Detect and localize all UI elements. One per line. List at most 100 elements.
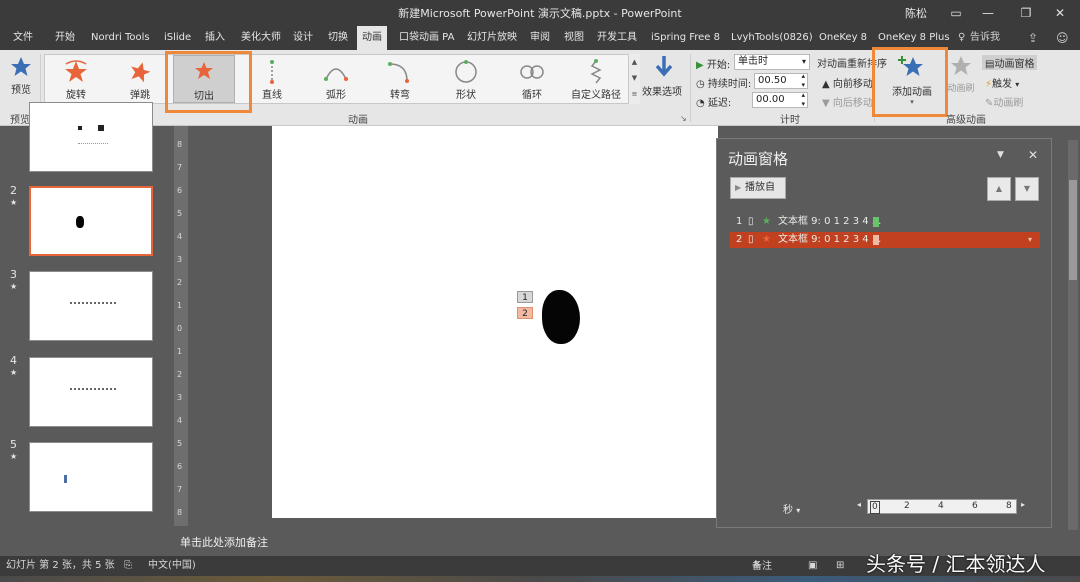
sorter-view-icon[interactable]: ⊞ (836, 557, 844, 575)
tab-nordri-tools[interactable]: Nordri Tools (86, 26, 155, 50)
thumb-mark (78, 126, 82, 130)
normal-view-icon[interactable]: ▣ (808, 557, 817, 575)
anim-list-item[interactable]: 1 ▯ ★ 文本框 9: 0 1 2 3 4 ... (730, 214, 1040, 230)
language-indicator[interactable]: 中文(中国) (148, 557, 196, 575)
tab-animations[interactable]: 动画 (357, 26, 387, 50)
slide-canvas[interactable] (272, 126, 718, 518)
close-icon[interactable]: ✕ (1044, 0, 1076, 26)
spin-icon[interactable]: ▴ ▾ (801, 72, 805, 90)
timeline-ruler[interactable]: ◂ 0 2 4 6 8 ▸ (857, 499, 1027, 515)
move-up-button[interactable]: ▲ (987, 177, 1011, 201)
effect-options-button[interactable]: 效果选项 (642, 54, 684, 106)
anim-bounce[interactable]: 弹跳 (109, 55, 171, 103)
delay-input[interactable]: 00.00 ▴ ▾ (752, 91, 808, 109)
pane-close-icon[interactable]: ✕ (1028, 148, 1038, 162)
anim-list-item-selected[interactable]: 2 ▯ ★ 文本框 9: 0 1 2 3 4 ... ▾ (730, 232, 1040, 248)
trigger-button[interactable]: ⚡触发 ▾ (985, 75, 1019, 90)
anim-order-tag-2[interactable]: 2 (517, 307, 533, 319)
start-value: 单击时 (738, 56, 768, 67)
slide-thumbnail-4[interactable] (29, 357, 153, 427)
play-icon: ▶ (696, 60, 704, 71)
tab-view[interactable]: 视图 (559, 26, 589, 50)
animation-pane-button[interactable]: ▤动画窗格 (982, 55, 1038, 70)
selected-text-box[interactable] (542, 290, 580, 344)
anim-loop[interactable]: 循环 (501, 55, 563, 103)
timing-group-label: 计时 (780, 115, 800, 126)
tab-beautify-master[interactable]: 美化大师 (236, 26, 286, 50)
tell-me-icon[interactable]: ♀ (958, 26, 965, 50)
exit-star-icon: ★ (762, 234, 771, 245)
anim-arc-label: 弧形 (326, 90, 346, 101)
duration-input[interactable]: 00.50 ▴ ▾ (754, 72, 808, 90)
spellcheck-icon[interactable]: ⎘ (124, 557, 132, 575)
pane-options-icon[interactable]: ▼ (997, 150, 1004, 160)
gallery-scroll[interactable]: ▲ ▼ ≡ (628, 54, 640, 104)
dialog-launcher-icon[interactable]: ↘ (680, 114, 687, 123)
delay-value: 00.00 (756, 94, 785, 105)
duration-label: ◷ 持续时间: (696, 75, 751, 90)
slide-thumbnail-5[interactable] (29, 442, 153, 512)
tell-me-box[interactable]: 告诉我 (970, 26, 1000, 50)
tab-design[interactable]: 设计 (288, 26, 318, 50)
user-name[interactable]: 陈松 (905, 5, 927, 21)
tab-onekey8[interactable]: OneKey 8 (814, 26, 872, 50)
duration-label-text: 持续时间: (707, 79, 752, 90)
ruler-tick: 6 (177, 186, 183, 195)
anim-turn[interactable]: 转弯 (369, 55, 431, 103)
tab-ispring[interactable]: iSpring Free 8 (646, 26, 725, 50)
play-from-button[interactable]: ▶ 播放自 (730, 177, 786, 199)
scroll-right-icon[interactable]: ▸ (1021, 500, 1025, 509)
triangle-down-icon: ▼ (822, 98, 830, 109)
tab-home[interactable]: 开始 (50, 26, 80, 50)
anim-item-order: 2 (736, 234, 743, 245)
slide-thumbnail-pane: 2 ★ 3 ★ 4 ★ 5 ★ (0, 102, 170, 556)
share-icon[interactable]: ⇪ (1028, 26, 1038, 50)
mouse-icon: ▯ (748, 234, 754, 245)
tab-pocket-animation[interactable]: 口袋动画 PA (394, 26, 459, 50)
title-bar: 新建Microsoft PowerPoint 演示文稿.pptx - Power… (0, 0, 1080, 26)
slide-thumbnail-3[interactable] (29, 271, 153, 341)
move-earlier-button[interactable]: ▲ 向前移动 (822, 75, 873, 90)
turn-path-icon (388, 62, 409, 83)
thumb-mark (70, 388, 116, 392)
tab-file[interactable]: 文件 (8, 26, 38, 50)
anim-order-tag-1[interactable]: 1 (517, 291, 533, 303)
move-later-button[interactable]: ▼ 向后移动 (822, 94, 873, 109)
minimize-icon[interactable]: — (972, 0, 1004, 26)
main-scrollbar[interactable] (1068, 140, 1078, 530)
animation-pane: 动画窗格 ▼ ✕ ▶ 播放自 ▲ ▼ 1 ▯ ★ 文本框 9: 0 1 2 3 4… (716, 138, 1052, 528)
ruler-tick: 2 (177, 370, 183, 379)
down-arrow-icon (655, 56, 673, 77)
start-label: ▶ 开始: (696, 56, 730, 71)
timeline-tick: 6 (972, 501, 978, 511)
comments-icon[interactable]: ☺ (1056, 26, 1069, 50)
slide-thumbnail-2[interactable] (29, 186, 153, 256)
ribbon-display-icon[interactable]: ▭ (940, 0, 972, 26)
anim-shape[interactable]: 形状 (435, 55, 497, 103)
slide-thumbnail-1[interactable] (29, 102, 153, 172)
scrollbar-thumb[interactable] (1069, 180, 1077, 280)
start-dropdown[interactable]: 单击时 ▾ (734, 54, 810, 70)
seconds-dropdown[interactable]: 秒 ▾ (783, 501, 800, 516)
animation-painter-button[interactable]: 动画刷 (944, 54, 978, 106)
entrance-star-icon: ★ (762, 216, 771, 227)
animation-brush-button[interactable]: ✎动画刷 (985, 94, 1023, 109)
anim-arc[interactable]: 弧形 (305, 55, 367, 103)
preview-button[interactable]: 预览 (6, 56, 36, 104)
scroll-left-icon[interactable]: ◂ (857, 500, 861, 509)
tab-developer[interactable]: 开发工具 (592, 26, 642, 50)
timeline-tick: 2 (904, 501, 910, 511)
anim-spin[interactable]: 旋转 (45, 55, 107, 103)
tab-lvyhtools[interactable]: LvyhTools(0826) (726, 26, 818, 50)
move-down-button[interactable]: ▼ (1015, 177, 1039, 201)
tab-transitions[interactable]: 切换 (323, 26, 353, 50)
tab-islide[interactable]: iSlide (159, 26, 196, 50)
spin-icon[interactable]: ▴ ▾ (801, 91, 805, 109)
tab-slideshow[interactable]: 幻灯片放映 (462, 26, 522, 50)
highlight-add-animation (872, 47, 948, 117)
anim-custom-path[interactable]: 自定义路径 (565, 55, 627, 103)
tab-review[interactable]: 审阅 (525, 26, 555, 50)
chevron-down-icon[interactable]: ▾ (1028, 232, 1032, 248)
tab-insert[interactable]: 插入 (200, 26, 230, 50)
restore-icon[interactable]: ❐ (1010, 0, 1042, 26)
